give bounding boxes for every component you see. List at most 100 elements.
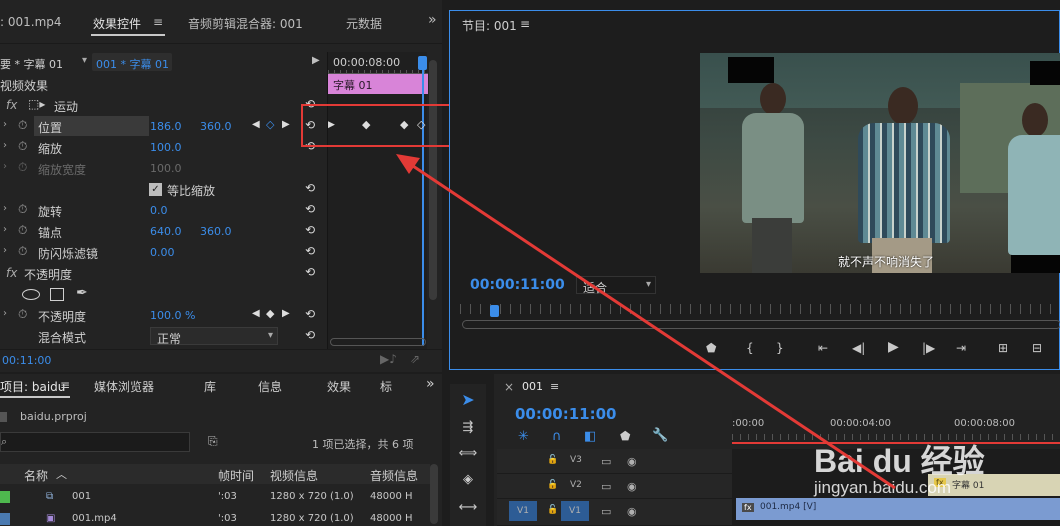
scale-row[interactable]: › ⏱ 缩放 100.0 ⟲ <box>0 137 326 158</box>
program-timecode[interactable]: 00:00:11:00 <box>470 277 565 293</box>
panel-menu-icon[interactable]: ≡ <box>550 380 559 393</box>
eye-icon[interactable]: ◉ <box>627 505 637 518</box>
overflow-icon[interactable]: » <box>426 376 435 392</box>
track-target[interactable]: V1 <box>561 501 589 521</box>
position-x-value[interactable]: 186.0 <box>150 120 182 133</box>
audio-scrub-icon[interactable]: ▶♪ <box>380 352 397 366</box>
pen-mask-icon[interactable]: ✒ <box>76 285 88 301</box>
extract-icon[interactable]: ⊟ <box>1032 341 1042 355</box>
reset-icon[interactable]: ⟲ <box>305 265 315 279</box>
stopwatch-icon[interactable]: ⏱ <box>18 118 27 133</box>
razor-tool-icon[interactable]: ◈ <box>456 472 480 487</box>
chevron-right-icon[interactable]: › <box>3 140 7 151</box>
opacity-row[interactable]: › ⏱ 不透明度 100.0 % ◀ ◆ ▶ ⟲ <box>0 305 326 326</box>
wrench-icon[interactable]: 🔧 <box>652 428 668 443</box>
anchor-row[interactable]: › ⏱ 锚点 640.0 360.0 ⟲ <box>0 221 326 242</box>
tab-libraries[interactable]: 库 <box>204 378 216 395</box>
keyframe-timeline[interactable]: 00:00:08:00 字幕 01 ▶ ◆ ◆ ◇ <box>327 52 428 352</box>
tab-menu-icon[interactable]: ≡ <box>153 15 163 29</box>
slip-tool-icon[interactable]: ⟷ <box>456 500 480 515</box>
chevron-right-icon[interactable]: › <box>3 224 7 235</box>
list-item[interactable]: ⧉ 001 ':03 1280 x 720 (1.0) 48000 H <box>0 486 430 508</box>
chevron-right-icon[interactable]: › <box>3 308 7 319</box>
position-row[interactable]: › ⏱ 位置 186.0 360.0 ◀ ◇ ▶ ⟲ <box>0 116 326 137</box>
play-icon[interactable]: ▶ <box>888 339 899 355</box>
program-monitor-title[interactable]: 节目: 001 <box>462 17 517 34</box>
anchor-x-value[interactable]: 640.0 <box>150 225 182 238</box>
reset-icon[interactable]: ⟲ <box>305 244 315 258</box>
tab-effect-controls[interactable]: 效果控件 <box>93 15 141 32</box>
blend-mode-select[interactable]: 正常 ▾ <box>150 327 278 346</box>
stopwatch-icon[interactable]: ⏱ <box>18 223 27 238</box>
tab-info[interactable]: 信息 <box>258 378 282 395</box>
reset-icon[interactable]: ⟲ <box>305 202 315 216</box>
linked-selection-icon[interactable]: ◧ <box>584 429 596 444</box>
eye-icon[interactable]: ◉ <box>627 455 637 468</box>
project-scrollbar[interactable] <box>430 464 438 524</box>
lock-icon[interactable]: 🔓 <box>547 480 558 490</box>
fit-select[interactable]: 适合 ▾ <box>576 276 656 295</box>
tab-metadata[interactable]: 元数据 <box>346 15 382 32</box>
uniform-scale-row[interactable]: ✓ 等比缩放 ⟲ <box>0 179 326 200</box>
step-forward-icon[interactable]: |▶ <box>922 341 935 355</box>
go-to-in-icon[interactable]: ⇤ <box>818 341 828 355</box>
motion-row[interactable]: fx ⬚▸ 运动 ⟲ <box>0 95 326 116</box>
chevron-right-icon[interactable]: › <box>3 245 7 256</box>
step-back-icon[interactable]: ◀| <box>852 341 865 355</box>
lock-icon[interactable]: 🔓 <box>547 505 558 515</box>
flicker-row[interactable]: › ⏱ 防闪烁滤镜 0.00 ⟲ <box>0 242 326 263</box>
current-timecode[interactable]: 00:11:00 <box>2 354 51 367</box>
vertical-scrollbar[interactable] <box>429 60 437 300</box>
monitor-playhead[interactable] <box>490 305 499 317</box>
list-item[interactable]: ▣ 001.mp4 ':03 1280 x 720 (1.0) 48000 H <box>0 508 430 526</box>
tab-effects[interactable]: 效果 <box>327 378 351 395</box>
reset-icon[interactable]: ⟲ <box>305 223 315 237</box>
stopwatch-icon[interactable]: ⏱ <box>18 244 27 259</box>
mark-in-icon[interactable]: { <box>746 341 754 355</box>
anchor-y-value[interactable]: 360.0 <box>200 225 232 238</box>
panel-menu-icon[interactable]: ≡ <box>60 378 70 392</box>
reset-icon[interactable]: ⟲ <box>305 328 315 342</box>
ripple-edit-tool-icon[interactable]: ⟺ <box>456 446 480 461</box>
track-v1[interactable]: V1 🔓 V1 ▭ ◉ <box>497 499 732 526</box>
add-marker-icon[interactable]: ⬟ <box>620 429 630 443</box>
stopwatch-icon[interactable]: ⏱ <box>18 139 27 154</box>
sync-lock-icon[interactable]: ▭ <box>601 455 611 468</box>
sequence-clip-select[interactable]: 001 * 字幕 01 <box>92 53 172 71</box>
monitor-ruler[interactable] <box>460 304 1060 314</box>
flicker-value[interactable]: 0.00 <box>150 246 175 259</box>
selection-tool-icon[interactable]: ➤ <box>456 390 480 412</box>
zoom-scrollbar[interactable] <box>330 338 426 346</box>
clip-bar[interactable]: 字幕 01 <box>328 74 428 94</box>
prev-keyframe-icon[interactable]: ◀ <box>252 308 260 319</box>
chevron-right-icon[interactable]: › <box>3 203 7 214</box>
rotation-row[interactable]: › ⏱ 旋转 0.0 ⟲ <box>0 200 326 221</box>
add-keyframe-icon[interactable]: ◇ <box>266 118 274 131</box>
next-keyframe-icon[interactable]: ▶ <box>282 308 290 319</box>
reset-icon[interactable]: ⟲ <box>305 181 315 195</box>
playhead-line[interactable] <box>422 56 424 346</box>
nest-toggle-icon[interactable]: ✳ <box>518 429 529 444</box>
rectangle-mask-icon[interactable] <box>50 288 64 301</box>
opacity-section-row[interactable]: fx 不透明度 ⟲ <box>0 263 326 284</box>
track-v2[interactable]: 🔓 V2 ▭ ◉ <box>497 474 732 499</box>
sync-lock-icon[interactable]: ▭ <box>601 505 611 518</box>
prev-keyframe-icon[interactable]: ◀ <box>252 119 260 130</box>
keyframe-diamond-icon[interactable]: ◆ <box>266 307 274 320</box>
timeline-tab[interactable]: 001 <box>522 380 543 393</box>
timeline-timecode[interactable]: 00:00:11:00 <box>515 405 617 423</box>
tab-source[interactable]: : 001.mp4 <box>0 15 62 29</box>
video-frame[interactable]: 就不声不响消失了 <box>700 53 1060 273</box>
mark-out-icon[interactable]: } <box>776 341 784 355</box>
scale-value[interactable]: 100.0 <box>150 141 182 154</box>
go-to-out-icon[interactable]: ⇥ <box>956 341 966 355</box>
checkbox-checked-icon[interactable]: ✓ <box>149 183 162 196</box>
overflow-icon[interactable]: » <box>428 12 437 28</box>
tab-project[interactable]: 项目: baidu <box>0 378 65 395</box>
chevron-right-icon[interactable]: › <box>3 119 7 130</box>
reset-icon[interactable]: ⟲ <box>305 307 315 321</box>
next-keyframe-icon[interactable]: ▶ <box>282 119 290 130</box>
close-icon[interactable]: × <box>504 380 514 394</box>
rotation-value[interactable]: 0.0 <box>150 204 168 217</box>
eye-icon[interactable]: ◉ <box>627 480 637 493</box>
